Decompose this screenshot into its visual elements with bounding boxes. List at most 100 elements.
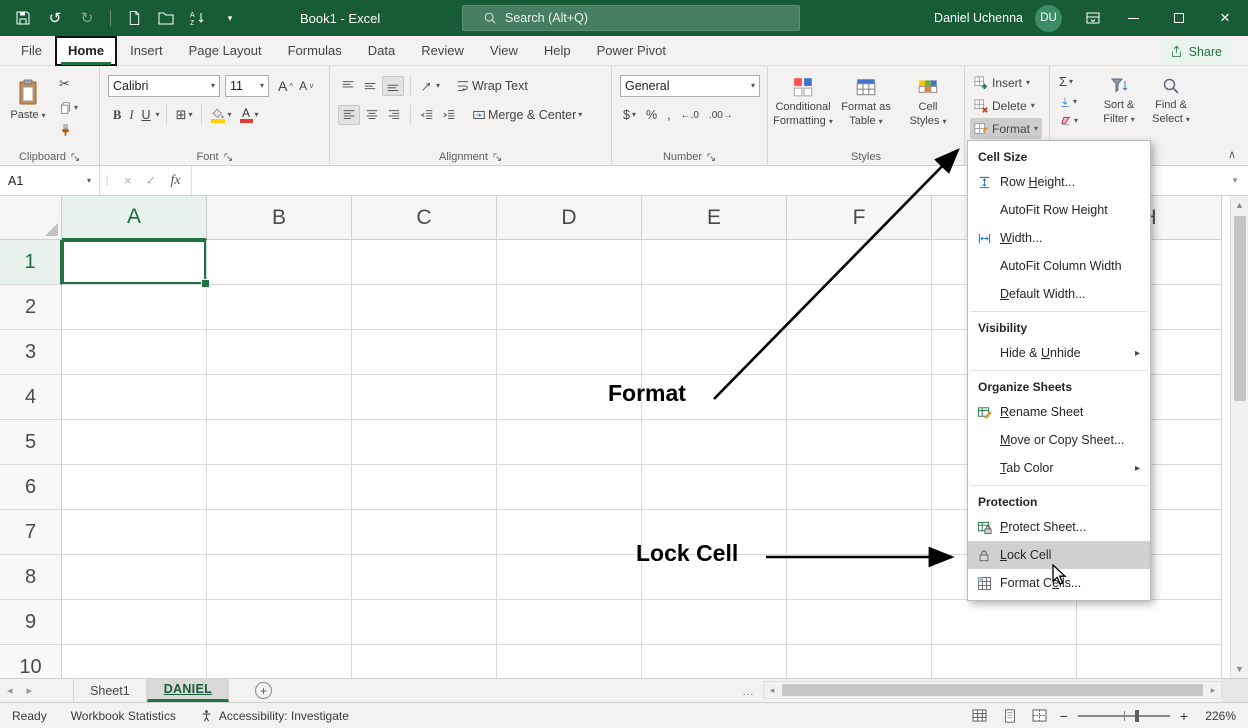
tab-file[interactable]: File <box>8 36 55 66</box>
autosum-button[interactable]: Σ▾ <box>1056 72 1081 91</box>
cell-A9[interactable] <box>62 600 207 645</box>
cell-C4[interactable] <box>352 375 497 420</box>
undo-icon[interactable]: ↺ <box>46 9 64 27</box>
tab-review[interactable]: Review <box>408 36 477 66</box>
cell-B10[interactable] <box>207 645 352 678</box>
cell-E6[interactable] <box>642 465 787 510</box>
decrease-font-size-button[interactable]: A˅ <box>296 77 317 95</box>
insert-function-icon[interactable]: fx <box>171 173 181 189</box>
collapse-ribbon-icon[interactable]: ∧ <box>1228 148 1236 161</box>
row-header-7[interactable]: 7 <box>0 510 62 555</box>
cell-D8[interactable] <box>497 555 642 600</box>
cell-H10[interactable] <box>1077 645 1222 678</box>
align-bottom-icon[interactable] <box>382 76 404 96</box>
orientation-button[interactable]: ▾ <box>417 77 443 95</box>
cell-B6[interactable] <box>207 465 352 510</box>
align-middle-icon[interactable] <box>360 77 380 95</box>
cell-A7[interactable] <box>62 510 207 555</box>
percent-format-button[interactable]: % <box>643 106 660 124</box>
menu-item-autofit-column-width[interactable]: AutoFit Column Width <box>968 252 1150 280</box>
menu-item-default-width[interactable]: Default Width... <box>968 280 1150 308</box>
cell-C10[interactable] <box>352 645 497 678</box>
cell-F2[interactable] <box>787 285 932 330</box>
menu-item-row-height[interactable]: Row Height... <box>968 168 1150 196</box>
menu-item-tab-color[interactable]: Tab Color▸ <box>968 454 1150 482</box>
tab-help[interactable]: Help <box>531 36 584 66</box>
sheetbar-ellipsis-icon[interactable]: … <box>742 684 754 698</box>
cut-button[interactable]: ✂ <box>56 74 81 94</box>
cell-E1[interactable] <box>642 240 787 285</box>
row-header-4[interactable]: 4 <box>0 375 62 420</box>
cell-A1[interactable] <box>62 240 207 285</box>
tab-formulas[interactable]: Formulas <box>275 36 355 66</box>
increase-indent-icon[interactable] <box>439 106 459 124</box>
cell-E5[interactable] <box>642 420 787 465</box>
cell-A8[interactable] <box>62 555 207 600</box>
insert-cells-button[interactable]: Insert ▾ <box>970 72 1034 93</box>
cell-D9[interactable] <box>497 600 642 645</box>
menu-item-rename-sheet[interactable]: Rename Sheet <box>968 398 1150 426</box>
vertical-scrollbar-thumb[interactable] <box>1234 216 1246 401</box>
cell-styles-button[interactable]: CellStyles ▾ <box>898 70 958 156</box>
sort-az-icon[interactable]: AZ <box>189 9 207 27</box>
increase-decimal-button[interactable]: ←.0 <box>678 108 702 123</box>
copy-button[interactable]: ▾ <box>56 99 81 117</box>
cell-F1[interactable] <box>787 240 932 285</box>
enter-icon[interactable]: ✓ <box>146 173 157 189</box>
horizontal-scrollbar-thumb[interactable] <box>782 684 1203 696</box>
font-color-button[interactable]: A ▾ <box>237 105 262 125</box>
tab-insert[interactable]: Insert <box>117 36 176 66</box>
page-break-view-icon[interactable] <box>1030 707 1050 725</box>
alignment-dialog-launcher-icon[interactable] <box>493 153 502 162</box>
cell-F6[interactable] <box>787 465 932 510</box>
cell-B1[interactable] <box>207 240 352 285</box>
page-layout-view-icon[interactable] <box>1000 707 1020 725</box>
cell-A5[interactable] <box>62 420 207 465</box>
clipboard-dialog-launcher-icon[interactable] <box>71 153 80 162</box>
expand-formula-bar-icon[interactable]: ▾ <box>1222 166 1248 195</box>
align-center-icon[interactable] <box>362 106 382 124</box>
cell-G9[interactable] <box>932 600 1077 645</box>
zoom-level[interactable]: 226% <box>1198 709 1236 723</box>
cell-F5[interactable] <box>787 420 932 465</box>
align-top-icon[interactable] <box>338 77 358 95</box>
font-dialog-launcher-icon[interactable] <box>224 153 233 162</box>
column-header-D[interactable]: D <box>497 196 642 240</box>
cell-B4[interactable] <box>207 375 352 420</box>
row-header-3[interactable]: 3 <box>0 330 62 375</box>
row-header-2[interactable]: 2 <box>0 285 62 330</box>
column-header-A[interactable]: A <box>62 196 207 240</box>
menu-item-autofit-row-height[interactable]: AutoFit Row Height <box>968 196 1150 224</box>
cell-A10[interactable] <box>62 645 207 678</box>
cell-E4[interactable] <box>642 375 787 420</box>
ribbon-display-options-icon[interactable] <box>1076 0 1110 36</box>
bold-button[interactable]: B <box>110 106 124 125</box>
decrease-indent-icon[interactable] <box>417 106 437 124</box>
search-box[interactable]: Search (Alt+Q) <box>462 5 800 31</box>
zoom-slider[interactable] <box>1078 715 1170 717</box>
cell-D3[interactable] <box>497 330 642 375</box>
cell-F3[interactable] <box>787 330 932 375</box>
cell-A3[interactable] <box>62 330 207 375</box>
currency-format-button[interactable]: $▾ <box>620 106 639 124</box>
row-header-9[interactable]: 9 <box>0 600 62 645</box>
menu-item-width[interactable]: Width... <box>968 224 1150 252</box>
cell-C2[interactable] <box>352 285 497 330</box>
row-header-6[interactable]: 6 <box>0 465 62 510</box>
vertical-scrollbar[interactable]: ▲ ▼ <box>1230 196 1248 678</box>
cell-C5[interactable] <box>352 420 497 465</box>
find-select-button[interactable]: Find &Select ▾ <box>1146 70 1196 156</box>
sheet-tab-daniel[interactable]: DANIEL <box>147 679 229 702</box>
row-header-1[interactable]: 1 <box>0 240 62 285</box>
formula-bar-handle[interactable]: ⁞ <box>100 166 114 195</box>
tab-data[interactable]: Data <box>355 36 408 66</box>
conditional-formatting-button[interactable]: ConditionalFormatting ▾ <box>772 70 834 156</box>
column-header-B[interactable]: B <box>207 196 352 240</box>
row-header-10[interactable]: 10 <box>0 645 62 678</box>
new-file-icon[interactable] <box>125 9 143 27</box>
cell-E3[interactable] <box>642 330 787 375</box>
number-format-select[interactable]: General▾ <box>620 75 760 97</box>
customize-toolbar-icon[interactable]: ▾ <box>221 9 239 27</box>
tab-page-layout[interactable]: Page Layout <box>176 36 275 66</box>
cell-B8[interactable] <box>207 555 352 600</box>
